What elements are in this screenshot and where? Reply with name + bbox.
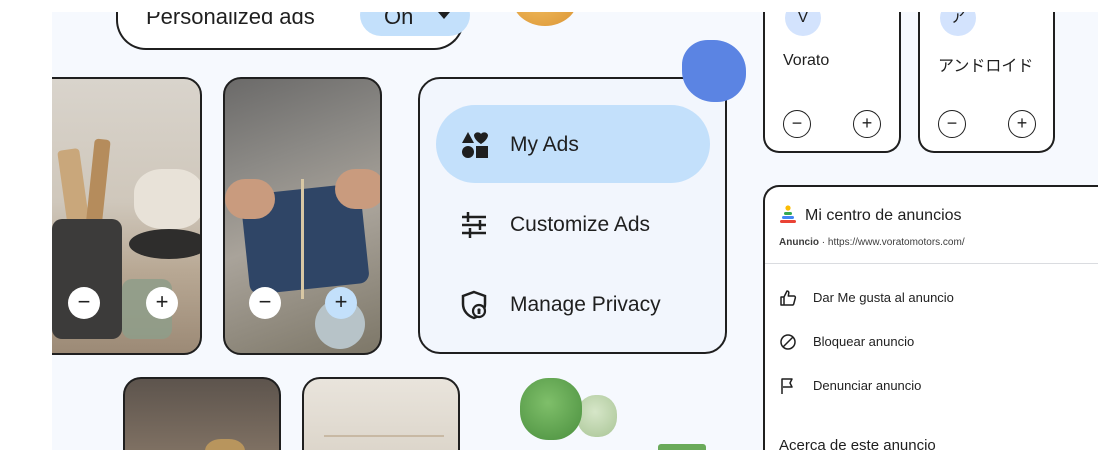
my-ads-shapes-icon — [462, 132, 488, 158]
advertiser-name: アンドロイド — [938, 58, 1034, 75]
advertiser-card: ア アンドロイド − + — [918, 0, 1055, 153]
caret-down-icon — [438, 12, 450, 19]
menu-item-label: Customize Ads — [510, 213, 651, 236]
decorative-green-shape — [520, 378, 582, 440]
sponsor-label: Anuncio — [779, 237, 819, 248]
product-photo-gift-wrapping: − + — [223, 77, 382, 355]
increase-button[interactable]: + — [1008, 110, 1036, 138]
advertiser-card: V Vorato − + — [763, 0, 901, 153]
privacy-shield-icon — [461, 290, 487, 320]
ad-center-title: Mi centro de anuncios — [805, 207, 962, 224]
ad-center-logo-icon — [780, 205, 796, 223]
bottom-edge — [0, 450, 1118, 471]
decrease-button[interactable]: − — [783, 110, 811, 138]
decorative-sage-shape — [577, 395, 617, 437]
ad-url[interactable]: https://www.voratomotors.com/ — [828, 237, 965, 248]
block-icon — [780, 334, 796, 350]
decorative-blue-shape — [682, 40, 746, 102]
advertiser-name: Vorato — [783, 52, 830, 69]
block-ad-action[interactable]: Bloquear anuncio — [779, 331, 1098, 355]
ad-settings-canvas: Personalized ads On − + − + My Ads Custo… — [52, 0, 1098, 450]
menu-item-my-ads[interactable]: My Ads — [436, 105, 710, 183]
product-photo-toothbrushes: − + — [52, 77, 202, 355]
menu-item-manage-privacy[interactable]: Manage Privacy — [436, 265, 710, 343]
decrease-button[interactable]: − — [68, 287, 100, 319]
report-ad-action[interactable]: Denunciar anuncio — [779, 375, 1098, 399]
thumbs-up-icon — [780, 290, 797, 306]
action-label: Bloquear anuncio — [813, 334, 915, 349]
flag-icon — [781, 378, 793, 394]
ad-center-panel: Mi centro de anuncios Anuncio · https://… — [763, 185, 1098, 450]
divider — [765, 263, 1098, 264]
top-edge — [0, 0, 1118, 12]
menu-item-label: Manage Privacy — [510, 293, 661, 316]
increase-button[interactable]: + — [146, 287, 178, 319]
like-ad-action[interactable]: Dar Me gusta al anuncio — [779, 287, 1098, 311]
product-photo-3 — [123, 377, 281, 450]
about-this-ad-heading[interactable]: Acerca de este anuncio — [779, 437, 936, 450]
action-label: Denunciar anuncio — [813, 378, 922, 393]
sliders-icon — [462, 212, 486, 238]
increase-button[interactable]: + — [853, 110, 881, 138]
ad-source-line: Anuncio · https://www.voratomotors.com/ — [779, 237, 965, 248]
menu-item-customize-ads[interactable]: Customize Ads — [436, 185, 710, 263]
product-photo-4 — [302, 377, 460, 450]
decrease-button[interactable]: − — [938, 110, 966, 138]
action-label: Dar Me gusta al anuncio — [813, 290, 954, 305]
menu-item-label: My Ads — [510, 133, 579, 156]
increase-button[interactable]: + — [325, 287, 357, 319]
ads-menu-card: My Ads Customize Ads Manage Privacy — [418, 77, 727, 354]
decrease-button[interactable]: − — [249, 287, 281, 319]
